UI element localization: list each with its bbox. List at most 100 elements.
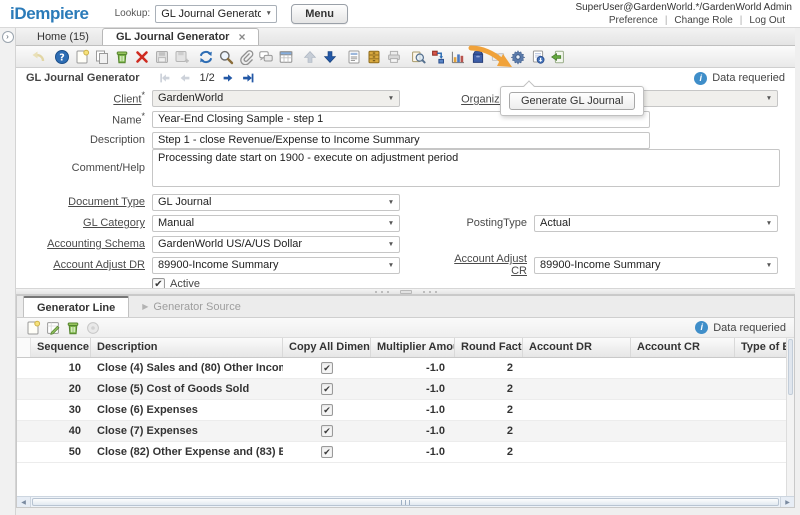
column-header-sequence[interactable]: Sequence (31, 338, 91, 357)
edit-line-button[interactable] (43, 318, 62, 337)
horizontal-scrollbar[interactable]: ◀ ▶ (17, 496, 794, 507)
file-import-button[interactable] (548, 47, 567, 66)
horizontal-scrollbar-thumb[interactable] (32, 498, 779, 506)
gl-category-select[interactable]: Manual ▼ (152, 215, 400, 232)
description-value: Step 1 - close Revenue/Expense to Income… (158, 134, 420, 146)
log-out-link[interactable]: Log Out (742, 15, 792, 26)
chevron-down-icon[interactable]: ▼ (383, 237, 399, 252)
tab-generator-source[interactable]: ▶ Generator Source (129, 296, 254, 317)
workflow-icon (430, 49, 446, 65)
workflow-button[interactable] (428, 47, 447, 66)
menu-button[interactable]: Menu (291, 4, 348, 24)
chevron-down-icon[interactable]: ▼ (261, 6, 276, 22)
new-document-icon (74, 49, 90, 65)
accounting-schema-label-link[interactable]: Accounting Schema (47, 238, 145, 250)
required-marker: * (141, 90, 145, 100)
account-adjust-cr-select[interactable]: 89900-Income Summary ▼ (534, 257, 778, 274)
disc-icon (85, 320, 101, 336)
copy-all-dimensions-checkbox[interactable]: ✔ (321, 425, 333, 437)
table-row[interactable]: 50Close (82) Other Expense and (83) Expe… (17, 442, 786, 463)
description-input[interactable]: Step 1 - close Revenue/Expense to Income… (152, 132, 650, 149)
column-header-round_factor[interactable]: Round Factor (455, 338, 523, 357)
gl-category-label-link[interactable]: GL Category (83, 217, 145, 229)
accounting-schema-select[interactable]: GardenWorld US/A/US Dollar ▼ (152, 236, 400, 253)
report-button[interactable] (344, 47, 363, 66)
tab-home[interactable]: Home (15) (24, 28, 102, 45)
next-record-button[interactable] (219, 70, 237, 86)
copy-all-dimensions-checkbox[interactable]: ✔ (321, 383, 333, 395)
copy-all-dimensions-checkbox[interactable]: ✔ (321, 362, 333, 374)
copy-all-dimensions-checkbox[interactable]: ✔ (321, 404, 333, 416)
preference-link[interactable]: Preference (602, 15, 665, 26)
column-header-account_dr[interactable]: Account DR (523, 338, 631, 357)
archive-button[interactable] (364, 47, 383, 66)
splitter-handle[interactable] (16, 288, 795, 295)
delete-selection-button[interactable] (132, 47, 151, 66)
vertical-scrollbar[interactable] (786, 338, 794, 496)
change-role-link[interactable]: Change Role (667, 15, 739, 26)
toggle-grid-button[interactable] (276, 47, 295, 66)
table-row[interactable]: 30Close (6) Expenses✔-1.02 (17, 400, 786, 421)
chevron-down-icon[interactable]: ▼ (761, 216, 777, 231)
column-header-multiplier_amount[interactable]: Multiplier Amount (371, 338, 455, 357)
scrollbar-grip (400, 500, 412, 505)
splitter-grip[interactable] (400, 290, 412, 294)
account-adjust-dr-label-link[interactable]: Account Adjust DR (53, 259, 145, 271)
client-label-link[interactable]: Client (113, 94, 141, 106)
lookup-combobox[interactable]: GL Journal Generator ▼ (155, 5, 277, 23)
document-type-label-link[interactable]: Document Type (68, 196, 145, 208)
tab-generator-line-label: Generator Line (37, 302, 115, 314)
posting-type-value: Actual (540, 217, 571, 229)
zoom-across-button[interactable] (408, 47, 427, 66)
last-record-button[interactable] (239, 70, 257, 86)
chevron-down-icon[interactable]: ▼ (383, 258, 399, 273)
tab-gl-journal-generator[interactable]: GL Journal Generator × (102, 28, 260, 45)
posting-type-select[interactable]: Actual ▼ (534, 215, 778, 232)
comment-textarea[interactable]: Processing date start on 1900 - execute … (152, 149, 780, 187)
cell-sequence: 10 (31, 362, 91, 374)
chat-icon (258, 49, 274, 65)
export-button[interactable] (528, 47, 547, 66)
splitter-dots (373, 291, 391, 293)
help-button[interactable]: ? (52, 47, 71, 66)
new-record-button[interactable] (72, 47, 91, 66)
column-header-copy_all_dimensions[interactable]: Copy All Dimensions (283, 338, 371, 357)
detail-record-button[interactable] (320, 47, 339, 66)
user-links: Preference|Change Role|Log Out (575, 14, 792, 27)
copy-all-dimensions-checkbox[interactable]: ✔ (321, 446, 333, 458)
account-adjust-cr-label-link[interactable]: Account Adjust CR (454, 253, 527, 277)
column-header-description[interactable]: Description (91, 338, 283, 357)
west-panel-collapsed: › (0, 28, 16, 515)
attachment-button[interactable] (236, 47, 255, 66)
document-type-select[interactable]: GL Journal ▼ (152, 194, 400, 211)
chevron-down-icon[interactable]: ▼ (761, 258, 777, 273)
account-adjust-dr-select[interactable]: 89900-Income Summary ▼ (152, 257, 400, 274)
copy-record-button[interactable] (92, 47, 111, 66)
vertical-scrollbar-thumb[interactable] (788, 339, 793, 395)
tab-generator-line[interactable]: Generator Line (23, 296, 129, 317)
chart-icon (450, 49, 466, 65)
scroll-right-arrow[interactable]: ▶ (780, 497, 794, 507)
delete-record-button[interactable] (112, 47, 131, 66)
table-row[interactable]: 10Close (4) Sales and (80) Other Income✔… (17, 358, 786, 379)
lookup-label: Lookup: (115, 8, 151, 19)
column-header-account_cr[interactable]: Account CR (631, 338, 735, 357)
chat-button[interactable] (256, 47, 275, 66)
scroll-left-arrow[interactable]: ◀ (17, 497, 31, 507)
requery-button[interactable] (196, 47, 215, 66)
close-icon[interactable]: × (238, 32, 245, 42)
chevron-down-icon[interactable]: ▼ (383, 216, 399, 231)
user-info: SuperUser@GardenWorld.*/GardenWorld Admi… (575, 2, 792, 14)
document-type-label: Document Type (40, 196, 152, 208)
chevron-down-icon[interactable]: ▼ (383, 195, 399, 210)
table-row[interactable]: 20Close (5) Cost of Goods Sold✔-1.02 (17, 379, 786, 400)
delete-line-button[interactable] (63, 318, 82, 337)
help-icon: ? (54, 49, 70, 65)
new-line-button[interactable] (23, 318, 42, 337)
comment-row: Comment/Help Processing date start on 19… (40, 149, 780, 187)
chart-button[interactable] (448, 47, 467, 66)
name-value: Year-End Closing Sample - step 1 (158, 113, 323, 125)
expand-panel-button[interactable]: › (2, 31, 14, 43)
find-button[interactable] (216, 47, 235, 66)
table-row[interactable]: 40Close (7) Expenses✔-1.02 (17, 421, 786, 442)
